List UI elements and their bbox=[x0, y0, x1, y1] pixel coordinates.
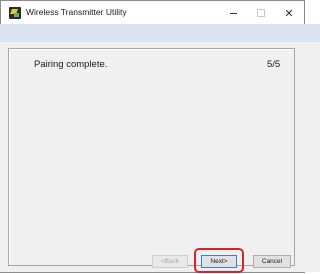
next-button-highlight bbox=[194, 248, 244, 273]
wizard-panel bbox=[8, 48, 295, 266]
minimize-button[interactable] bbox=[219, 1, 247, 25]
close-icon: ✕ bbox=[284, 7, 294, 20]
window-title: Wireless Transmitter Utility bbox=[26, 7, 127, 17]
app-icon bbox=[9, 7, 21, 19]
back-button: <Back bbox=[152, 255, 188, 268]
maximize-icon bbox=[257, 9, 265, 17]
maximize-button bbox=[247, 1, 275, 25]
step-indicator: 5/5 bbox=[267, 59, 281, 70]
title-bar[interactable]: Wireless Transmitter Utility ✕ bbox=[1, 1, 304, 25]
page-title: Pairing complete. bbox=[34, 59, 108, 70]
minimize-icon bbox=[229, 12, 237, 14]
close-button[interactable]: ✕ bbox=[275, 1, 303, 25]
cancel-button[interactable]: Cancel bbox=[253, 255, 291, 268]
header-band bbox=[0, 24, 320, 42]
